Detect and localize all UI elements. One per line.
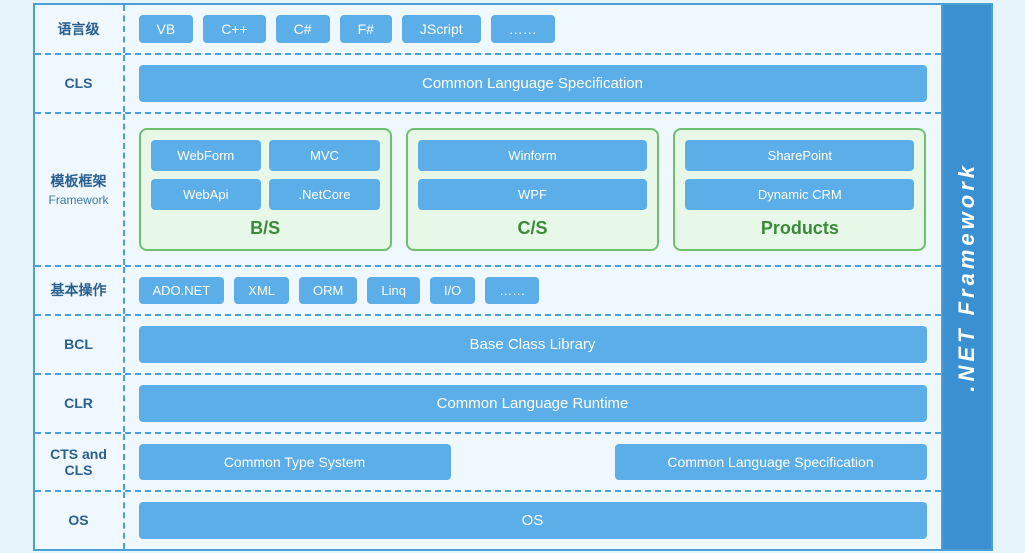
bs-inner: WebForm MVC WebApi .NetCore bbox=[151, 140, 380, 210]
products-label: Products bbox=[685, 218, 914, 239]
framework-label: 模板框架 Framework bbox=[35, 114, 125, 265]
fw-winform: Winform bbox=[418, 140, 647, 171]
framework-body: WebForm MVC WebApi .NetCore B/S Winform … bbox=[125, 114, 941, 265]
ops-adonet: ADO.NET bbox=[139, 277, 225, 304]
basicops-label: 基本操作 bbox=[35, 267, 125, 314]
language-row: 语言级 VB C++ C# F# JScript …… bbox=[35, 5, 941, 55]
cs-group: Winform WPF C/S bbox=[406, 128, 659, 251]
bs-group: WebForm MVC WebApi .NetCore B/S bbox=[139, 128, 392, 251]
ops-xml: XML bbox=[234, 277, 289, 304]
cs-label: C/S bbox=[418, 218, 647, 239]
fw-netcore: .NetCore bbox=[269, 179, 380, 210]
bcl-bar: Base Class Library bbox=[139, 326, 927, 363]
cls-body: Common Language Specification bbox=[125, 55, 941, 112]
fw-dynamiccrm: Dynamic CRM bbox=[685, 179, 914, 210]
bs-label: B/S bbox=[151, 218, 380, 239]
framework-row: 模板框架 Framework WebForm MVC WebApi .NetCo… bbox=[35, 114, 941, 267]
fw-wpf: WPF bbox=[418, 179, 647, 210]
language-body: VB C++ C# F# JScript …… bbox=[125, 5, 941, 53]
basicops-body: ADO.NET XML ORM Linq I/O …… bbox=[125, 267, 941, 314]
cts-row: CTS and CLS Common Type System Common La… bbox=[35, 434, 941, 492]
clr-label: CLR bbox=[35, 375, 125, 432]
cts-label: CTS and CLS bbox=[35, 434, 125, 490]
clr-bar: Common Language Runtime bbox=[139, 385, 927, 422]
os-bar: OS bbox=[139, 502, 927, 539]
os-label: OS bbox=[35, 492, 125, 549]
lang-csharp: C# bbox=[276, 15, 330, 43]
net-framework-diagram: 语言级 VB C++ C# F# JScript …… CLS Common L… bbox=[33, 3, 993, 551]
bcl-label: BCL bbox=[35, 316, 125, 373]
clr-body: Common Language Runtime bbox=[125, 375, 941, 432]
bcl-body: Base Class Library bbox=[125, 316, 941, 373]
os-row: OS OS bbox=[35, 492, 941, 549]
cls-label: CLS bbox=[35, 55, 125, 112]
ops-more: …… bbox=[485, 277, 539, 304]
fw-sharepoint: SharePoint bbox=[685, 140, 914, 171]
clr-row: CLR Common Language Runtime bbox=[35, 375, 941, 434]
right-sidebar: .NET Framework bbox=[941, 5, 991, 549]
cls-bar-bottom: Common Language Specification bbox=[615, 444, 927, 480]
main-content: 语言级 VB C++ C# F# JScript …… CLS Common L… bbox=[35, 5, 941, 549]
language-label: 语言级 bbox=[35, 5, 125, 53]
products-group: SharePoint Dynamic CRM Products bbox=[673, 128, 926, 251]
os-body: OS bbox=[125, 492, 941, 549]
cls-row: CLS Common Language Specification bbox=[35, 55, 941, 114]
fw-mvc: MVC bbox=[269, 140, 380, 171]
fw-webform: WebForm bbox=[151, 140, 262, 171]
lang-fsharp: F# bbox=[340, 15, 392, 43]
cls-bar: Common Language Specification bbox=[139, 65, 927, 102]
ops-linq: Linq bbox=[367, 277, 420, 304]
bcl-row: BCL Base Class Library bbox=[35, 316, 941, 375]
ops-io: I/O bbox=[430, 277, 475, 304]
basicops-row: 基本操作 ADO.NET XML ORM Linq I/O …… bbox=[35, 267, 941, 316]
lang-more: …… bbox=[491, 15, 555, 43]
cts-body: Common Type System Common Language Speci… bbox=[125, 434, 941, 490]
ops-orm: ORM bbox=[299, 277, 357, 304]
lang-cpp: C++ bbox=[203, 15, 265, 43]
cts-bar: Common Type System bbox=[139, 444, 451, 480]
lang-vb: VB bbox=[139, 15, 194, 43]
sidebar-title: .NET Framework bbox=[954, 162, 980, 392]
fw-webapi: WebApi bbox=[151, 179, 262, 210]
lang-jscript: JScript bbox=[402, 15, 481, 43]
